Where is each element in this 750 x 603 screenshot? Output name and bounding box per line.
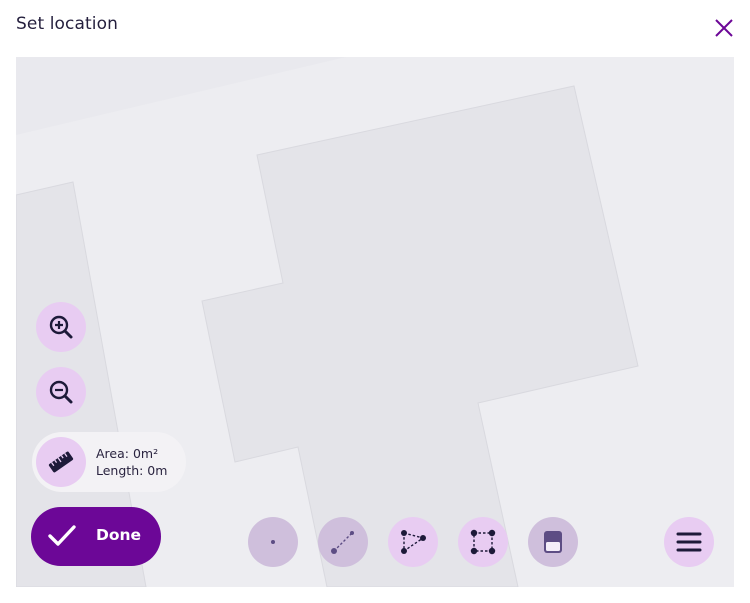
zoom-out-icon <box>49 380 73 404</box>
page-title: Set location <box>16 14 118 34</box>
layer-icon <box>544 531 562 553</box>
rectangle-icon <box>470 529 496 555</box>
done-label: Done <box>96 526 142 544</box>
rectangle-tool-button[interactable] <box>458 517 508 567</box>
zoom-in-icon <box>49 315 73 339</box>
layer-tool-button[interactable] <box>528 517 578 567</box>
hamburger-menu-icon <box>676 532 702 552</box>
measure-button[interactable] <box>36 437 86 487</box>
line-tool-button[interactable] <box>318 517 368 567</box>
map-canvas[interactable]: Area: 0m² Length: 0m Done <box>16 57 734 587</box>
zoom-in-button[interactable] <box>36 302 86 352</box>
polygon-tool-button[interactable] <box>388 517 438 567</box>
menu-button[interactable] <box>664 517 714 567</box>
point-icon <box>271 540 275 544</box>
zoom-out-button[interactable] <box>36 367 86 417</box>
measurement-panel: Area: 0m² Length: 0m <box>32 432 186 492</box>
close-button[interactable] <box>712 16 736 40</box>
area-value: Area: 0m² <box>96 446 159 461</box>
length-value: Length: 0m <box>96 463 168 478</box>
ruler-icon <box>48 451 74 473</box>
checkmark-icon <box>48 525 76 546</box>
line-icon <box>331 531 354 554</box>
polygon-icon <box>401 530 426 554</box>
close-icon <box>715 19 733 37</box>
point-tool-button[interactable] <box>248 517 298 567</box>
done-button[interactable]: Done <box>31 507 161 566</box>
